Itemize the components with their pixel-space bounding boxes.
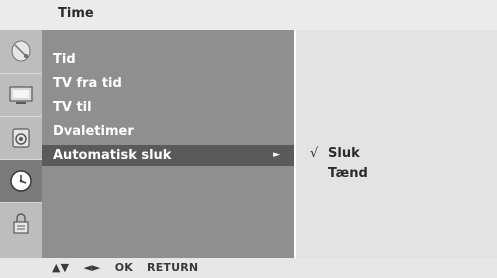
time-menu: Tid TV fra tid TV til Dvaletimer Automat… [42,30,294,258]
menu-item-clock[interactable]: Tid [42,49,294,70]
option-off[interactable]: √ Sluk [296,144,497,164]
tv-picture-icon [9,86,33,104]
menu-item-label: Dvaletimer [53,124,134,139]
menu-item-off-time[interactable]: TV til [42,97,294,118]
option-on[interactable]: Tænd [296,164,497,184]
menu-item-label: TV fra tid [53,76,122,91]
option-label: Sluk [328,146,360,161]
option-label: Tænd [328,166,368,181]
menu-item-label: Automatisk sluk [53,148,172,163]
menu-item-label: TV til [53,100,92,115]
menu-item-auto-off[interactable]: Automatisk sluk ► [42,145,294,166]
chevron-right-icon: ► [273,150,280,160]
ok-key-hint: OK [114,261,133,274]
clock-icon [10,170,32,192]
audio-speaker-icon [12,128,30,148]
category-picture[interactable] [0,73,42,116]
key-hints: ▲▼ ◄► OK RETURN [52,261,208,274]
satellite-dish-icon [11,40,31,62]
page-title: Time [58,6,94,21]
auto-off-options: √ Sluk Tænd [296,30,497,258]
menu-category-column [0,30,42,258]
category-audio[interactable] [0,116,42,159]
key-guide: ▲▼ ◄► OK RETURN [0,258,497,278]
menu-item-sleep-timer[interactable]: Dvaletimer [42,121,294,142]
menu-item-label: Tid [53,52,76,67]
menu-item-on-time[interactable]: TV fra tid [42,73,294,94]
title-bar: Time [0,0,497,30]
category-setup[interactable] [0,30,42,72]
up-down-arrows-icon: ▲▼ [52,261,70,274]
checkmark-icon: √ [310,146,319,161]
category-time[interactable] [0,159,42,202]
return-key-hint: RETURN [147,261,199,274]
options-lock-icon [13,213,29,234]
category-option[interactable] [0,202,42,245]
tv-osd-screen: Time Tid TV fra tid TV til Dvaletimer Au… [0,0,497,278]
left-right-arrows-icon: ◄► [83,261,101,274]
